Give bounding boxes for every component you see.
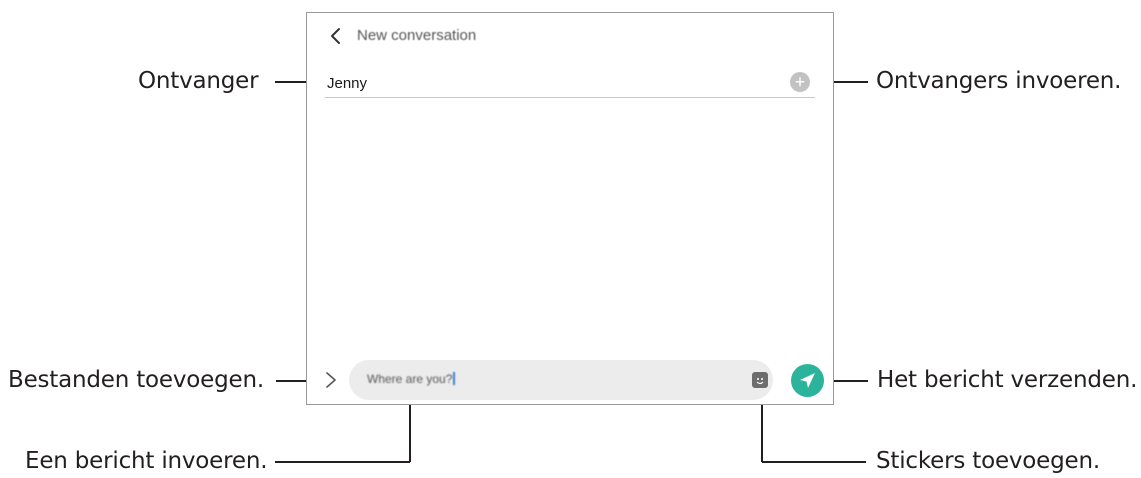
callout-add-recipients: Ontvangers invoeren.: [876, 68, 1122, 94]
callout-add-stickers: Stickers toevoegen.: [876, 448, 1100, 474]
sticker-icon[interactable]: [752, 372, 768, 388]
recipient-field[interactable]: Jenny: [327, 75, 367, 92]
recipient-divider: [325, 97, 815, 98]
send-button[interactable]: [791, 364, 824, 397]
callout-attach-files: Bestanden toevoegen.: [8, 367, 264, 393]
back-icon[interactable]: [327, 27, 345, 45]
message-input[interactable]: Where are you?: [349, 360, 773, 400]
add-recipient-icon[interactable]: +: [790, 72, 810, 92]
callout-send-message: Het bericht verzenden.: [877, 367, 1138, 393]
leader-line-add-stickers-h: [762, 461, 866, 463]
leader-line-enter-message-h: [275, 461, 410, 463]
screen-title: New conversation: [357, 27, 477, 44]
phone-screen: New conversation Jenny + Where are you?: [306, 12, 834, 405]
expand-icon[interactable]: [323, 371, 339, 389]
send-icon: [800, 373, 815, 388]
callout-enter-message: Een bericht invoeren.: [25, 448, 268, 474]
message-input-text: Where are you?: [367, 372, 456, 386]
callout-recipient: Ontvanger: [138, 68, 259, 94]
